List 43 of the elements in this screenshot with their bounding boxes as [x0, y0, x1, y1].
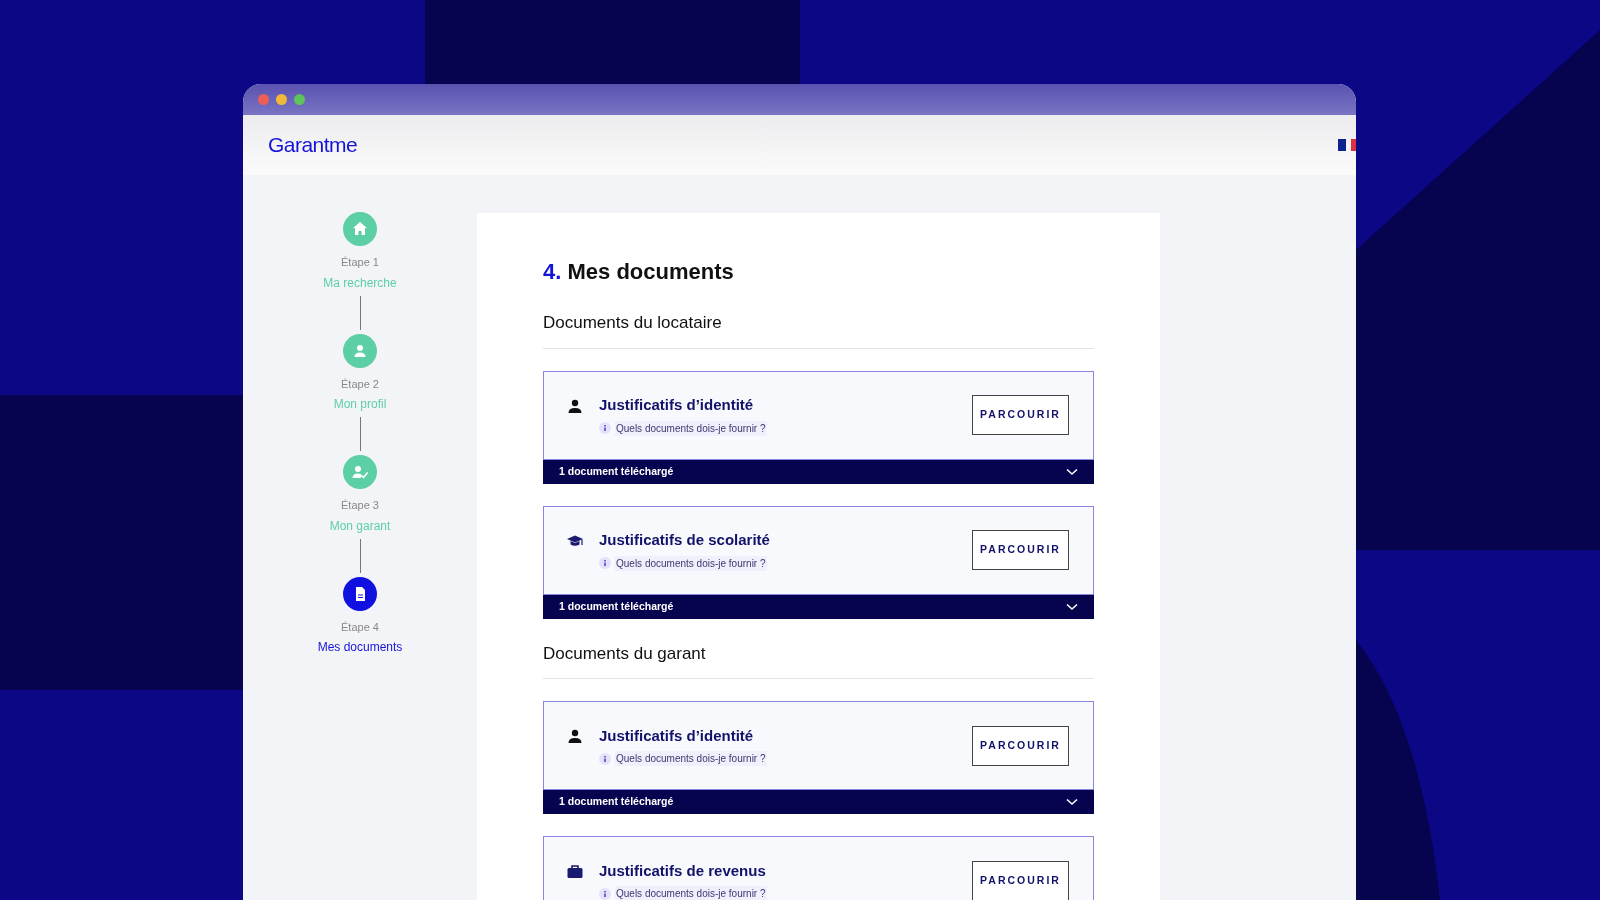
chevron-down-icon[interactable]	[1066, 602, 1078, 611]
chevron-down-icon[interactable]	[1066, 798, 1078, 806]
step-number: 4.	[543, 259, 562, 284]
info-icon	[599, 557, 611, 570]
page-title: Mes documents	[567, 259, 734, 284]
step-label: Étape 3	[341, 498, 379, 513]
info-icon	[599, 422, 611, 435]
step-name[interactable]: Mes documents	[317, 638, 403, 656]
info-icon	[599, 887, 611, 900]
help-link[interactable]: Quels documents dois-je fournir ?	[615, 886, 767, 900]
browse-button[interactable]: PARCOURIR	[972, 860, 1069, 900]
upload-status: 1 document téléchargé	[559, 794, 674, 810]
logo[interactable]: Garantme	[268, 129, 358, 161]
flag-icon[interactable]	[1338, 138, 1356, 152]
browse-button[interactable]: PARCOURIR	[972, 530, 1069, 570]
step-label: Étape 1	[341, 255, 379, 270]
section-title: Documents du garant	[543, 640, 1094, 679]
help-link[interactable]: Quels documents dois-je fournir ?	[615, 420, 767, 436]
document-title: Justificatifs de scolarité	[599, 530, 771, 551]
step-label: Étape 4	[341, 619, 379, 635]
person-icon	[566, 397, 584, 414]
upload-status: 1 document téléchargé	[559, 598, 674, 614]
document-title: Justificatifs d’identité	[599, 725, 755, 746]
step-indicator[interactable]	[343, 576, 377, 611]
close-icon[interactable]	[258, 94, 269, 105]
person-icon	[566, 728, 584, 744]
document-title: Justificatifs d’identité	[599, 395, 755, 416]
upload-status-bar[interactable]: 1 document téléchargé	[543, 594, 1094, 619]
upload-status: 1 document téléchargé	[559, 463, 674, 479]
maximize-icon[interactable]	[294, 94, 305, 105]
briefcase-icon	[566, 863, 584, 879]
browse-button[interactable]: PARCOURIR	[972, 725, 1069, 766]
upload-status-bar[interactable]: 1 document téléchargé	[543, 790, 1094, 814]
help-link[interactable]: Quels documents dois-je fournir ?	[615, 751, 767, 767]
help-link[interactable]: Quels documents dois-je fournir ?	[615, 555, 767, 571]
section-title: Documents du locataire	[543, 310, 1094, 349]
chevron-down-icon[interactable]	[1066, 467, 1078, 476]
step-label: Étape 2	[341, 376, 379, 392]
upload-status-bar[interactable]: 1 document téléchargé	[543, 459, 1094, 484]
document-title: Justificatifs de revenus	[599, 860, 767, 881]
minimize-icon[interactable]	[276, 94, 287, 105]
browse-button[interactable]: PARCOURIR	[972, 395, 1069, 435]
info-icon	[599, 752, 611, 765]
